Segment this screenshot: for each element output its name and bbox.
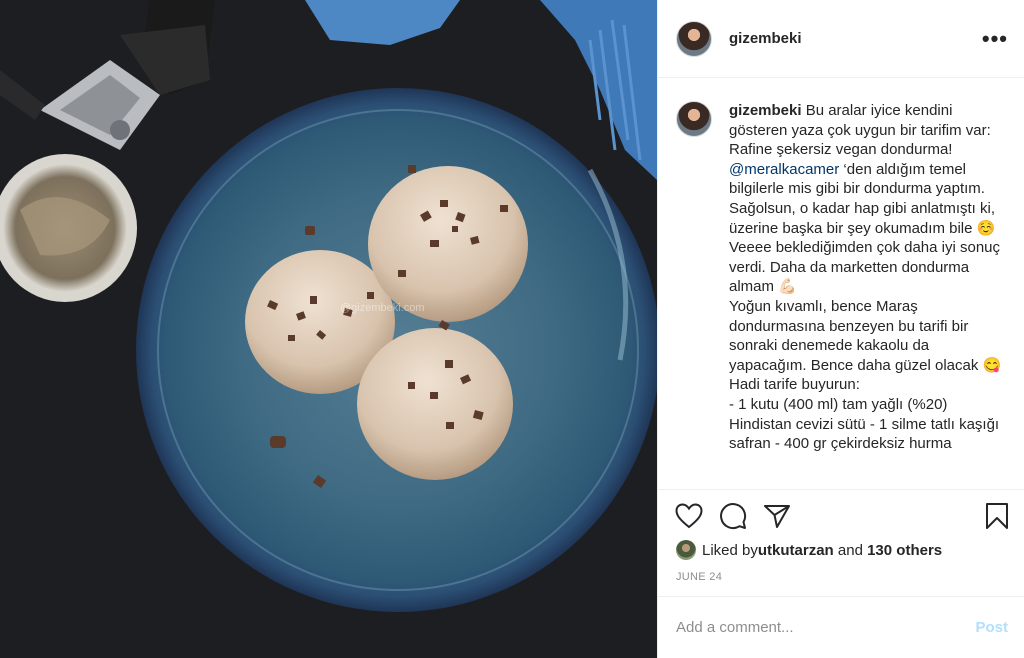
- caption-text: gizembeki Bu aralar iyice kendini göster…: [729, 101, 1010, 454]
- author-avatar[interactable]: [676, 20, 712, 57]
- heart-icon[interactable]: [674, 501, 704, 531]
- likes-summary: Liked by utkutarzan and 130 others: [676, 540, 942, 560]
- action-bar: [658, 489, 1024, 541]
- likes-middle: and: [833, 541, 868, 559]
- post-details-panel: gizembeki ••• gizembeki Bu aralar iyice …: [657, 0, 1024, 658]
- caption-username[interactable]: gizembeki: [729, 102, 802, 119]
- comment-form: Post: [658, 596, 1024, 658]
- bookmark-icon[interactable]: [982, 501, 1012, 531]
- likes-prefix: Liked by: [702, 541, 758, 559]
- post-photo[interactable]: @gizembeki.com: [0, 0, 657, 658]
- comment-icon[interactable]: [718, 501, 748, 531]
- share-icon[interactable]: [762, 501, 792, 531]
- likes-others-link[interactable]: 130 others: [867, 542, 942, 559]
- more-options-icon[interactable]: •••: [982, 27, 1008, 50]
- post-date[interactable]: JUNE 24: [676, 571, 722, 583]
- likes-user-link[interactable]: utkutarzan: [758, 542, 834, 559]
- comment-input[interactable]: [676, 619, 976, 636]
- caption-author-avatar[interactable]: [676, 101, 712, 137]
- author-username[interactable]: gizembeki: [729, 30, 982, 47]
- post-comment-button[interactable]: Post: [975, 619, 1008, 636]
- caption-body-2: ‘den aldığım temel bilgilerle mis gibi b…: [729, 160, 1002, 453]
- caption-section: gizembeki Bu aralar iyice kendini göster…: [658, 79, 1024, 489]
- photo-watermark: @gizembeki.com: [340, 302, 425, 314]
- post-header: gizembeki •••: [658, 0, 1024, 78]
- ice-cream-photo: [0, 0, 657, 658]
- liker-avatar[interactable]: [676, 540, 696, 560]
- caption-mention-link[interactable]: @meralkacamer: [729, 161, 839, 178]
